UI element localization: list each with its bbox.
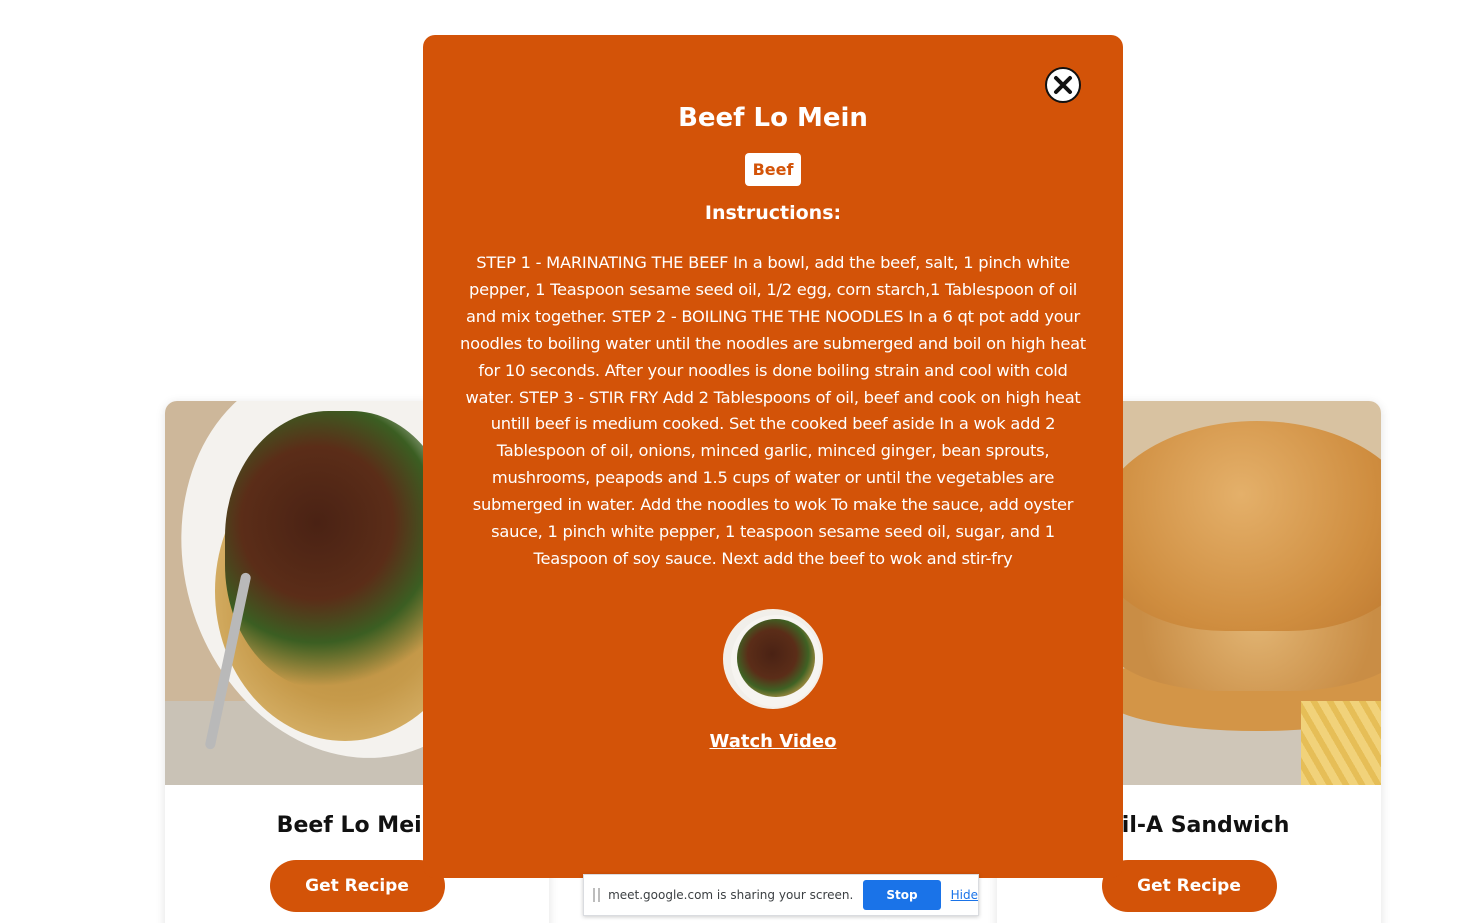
drag-handle-icon[interactable]	[593, 888, 601, 902]
modal-title: Beef Lo Mein	[678, 103, 868, 133]
get-recipe-button[interactable]: Get Recipe	[269, 860, 445, 912]
instructions-heading: Instructions:	[704, 202, 842, 224]
screen-share-bar: meet.google.com is sharing your screen. …	[583, 874, 979, 923]
beef-decor	[225, 411, 455, 691]
recipe-thumbnail	[723, 608, 823, 709]
thumbnail-food-decor	[737, 618, 815, 697]
get-recipe-button[interactable]: Get Recipe	[1101, 860, 1277, 912]
instructions-text: STEP 1 - MARINATING THE BEEF In a bowl, …	[460, 253, 1086, 568]
bun-top-decor	[1097, 421, 1381, 631]
category-badge: Beef	[744, 153, 802, 186]
share-message: meet.google.com is sharing your screen.	[608, 888, 854, 902]
page: Beef Lo Mein Get Recipe k-Fil-A Sandwich…	[0, 0, 1473, 923]
fries-decor	[1301, 701, 1381, 785]
recipe-modal: Beef Lo Mein Beef Instructions: STEP 1 -…	[423, 35, 1123, 878]
stop-sharing-button[interactable]: Stop sharing	[863, 880, 941, 923]
hide-link[interactable]: Hide	[951, 888, 978, 902]
close-icon	[1054, 76, 1072, 94]
close-button[interactable]	[1045, 67, 1081, 103]
watch-video-link[interactable]: Watch Video	[710, 731, 837, 752]
